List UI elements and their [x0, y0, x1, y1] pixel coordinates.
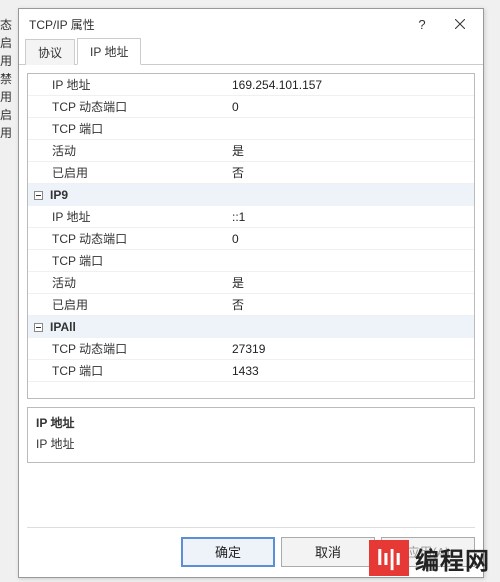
property-label: 活动 [28, 274, 226, 291]
background-parent-panel: 态 启用 禁用 启用 [0, 0, 16, 582]
tcpip-properties-dialog: TCP/IP 属性 ? 协议 IP 地址 IP 地址169.254.101.15… [18, 8, 484, 578]
tab-protocol[interactable]: 协议 [25, 39, 75, 65]
cancel-button[interactable]: 取消 [281, 537, 375, 567]
dialog-titlebar[interactable]: TCP/IP 属性 ? [19, 9, 483, 39]
collapse-icon[interactable] [31, 320, 45, 334]
description-title: IP 地址 [36, 414, 466, 431]
collapse-icon[interactable] [31, 188, 45, 202]
property-label: IP 地址 [28, 76, 226, 93]
watermark-text: 编程网 [415, 541, 490, 576]
property-value[interactable]: ::1 [226, 210, 474, 224]
property-row[interactable]: 已启用否 [28, 162, 474, 184]
watermark: lı|ı 编程网 [369, 540, 490, 576]
category-name: IP9 [48, 188, 474, 202]
property-value[interactable]: 否 [226, 296, 474, 313]
property-label: TCP 端口 [28, 120, 226, 137]
property-label: IP 地址 [28, 208, 226, 225]
close-button[interactable] [441, 10, 479, 38]
property-value[interactable]: 是 [226, 274, 474, 291]
description-panel: IP 地址 IP 地址 [27, 407, 475, 463]
ok-button[interactable]: 确定 [181, 537, 275, 567]
property-label: TCP 动态端口 [28, 340, 226, 357]
property-label: TCP 端口 [28, 252, 226, 269]
property-row[interactable]: 活动是 [28, 272, 474, 294]
property-row[interactable]: 已启用否 [28, 294, 474, 316]
property-row[interactable]: TCP 端口 [28, 250, 474, 272]
property-row[interactable]: TCP 动态端口27319 [28, 338, 474, 360]
property-label: 已启用 [28, 164, 226, 181]
watermark-logo: lı|ı [369, 540, 409, 576]
property-category[interactable]: IP9 [28, 184, 474, 206]
tabstrip: 协议 IP 地址 [19, 39, 483, 65]
property-row[interactable]: IP 地址::1 [28, 206, 474, 228]
tab-ipaddress[interactable]: IP 地址 [77, 38, 141, 65]
property-value[interactable]: 0 [226, 100, 474, 114]
property-value[interactable]: 是 [226, 142, 474, 159]
property-row[interactable]: TCP 动态端口0 [28, 96, 474, 118]
property-value[interactable]: 27319 [226, 342, 474, 356]
property-category[interactable]: IPAll [28, 316, 474, 338]
property-label: TCP 动态端口 [28, 230, 226, 247]
property-label: 已启用 [28, 296, 226, 313]
property-value[interactable]: 否 [226, 164, 474, 181]
close-icon [455, 19, 465, 29]
property-value[interactable]: 0 [226, 232, 474, 246]
property-row[interactable]: 活动是 [28, 140, 474, 162]
property-label: TCP 动态端口 [28, 98, 226, 115]
tabpage-ipaddress: IP 地址169.254.101.157TCP 动态端口0TCP 端口活动是已启… [19, 65, 483, 533]
property-label: 活动 [28, 142, 226, 159]
property-row[interactable]: IP 地址169.254.101.157 [28, 74, 474, 96]
property-row[interactable]: TCP 动态端口0 [28, 228, 474, 250]
help-button[interactable]: ? [403, 10, 441, 38]
property-grid[interactable]: IP 地址169.254.101.157TCP 动态端口0TCP 端口活动是已启… [27, 73, 475, 399]
property-row[interactable]: TCP 端口 [28, 118, 474, 140]
property-value[interactable]: 169.254.101.157 [226, 78, 474, 92]
property-label: TCP 端口 [28, 362, 226, 379]
property-row[interactable]: TCP 端口1433 [28, 360, 474, 382]
description-body: IP 地址 [36, 435, 466, 452]
dialog-title: TCP/IP 属性 [29, 16, 403, 33]
category-name: IPAll [48, 320, 474, 334]
property-value[interactable]: 1433 [226, 364, 474, 378]
